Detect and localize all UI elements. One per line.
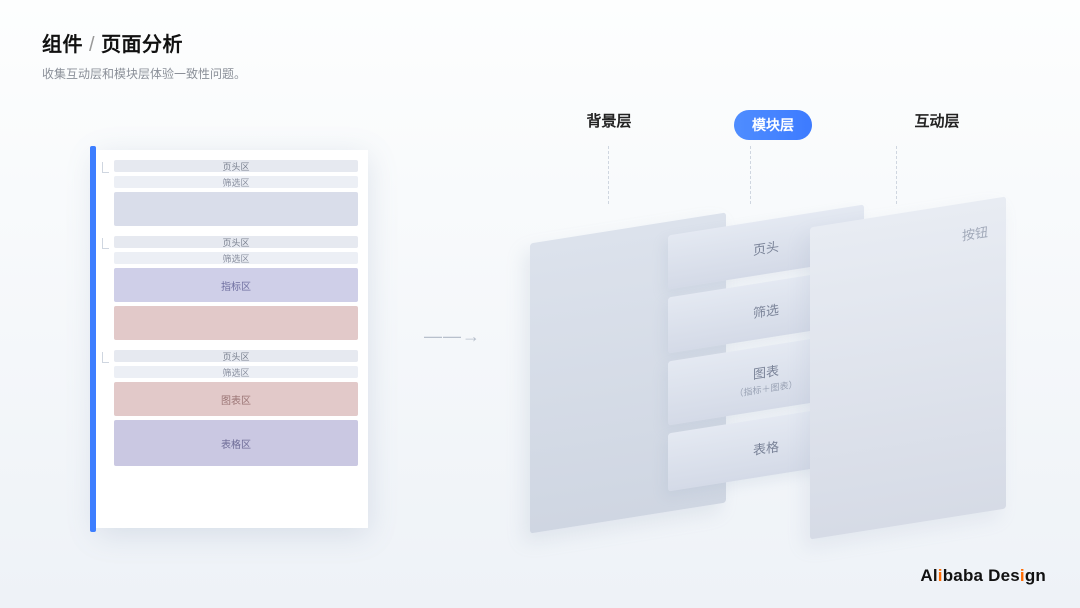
- wire-filter-zone: 筛选区: [114, 252, 358, 264]
- title-separator: /: [89, 34, 95, 57]
- layer-label-background: 背景层: [564, 110, 654, 140]
- wireframe-group-1: 页头区 筛选区: [114, 160, 358, 226]
- wire-head-zone: 页头区: [114, 350, 358, 362]
- wire-table-zone: 表格区: [114, 420, 358, 466]
- wire-indicator-zone: 指标区: [114, 268, 358, 302]
- wire-head-zone: 页头区: [114, 160, 358, 172]
- layer-label-interaction: 互动层: [892, 110, 982, 140]
- brand-logo: Alibaba Design: [920, 566, 1046, 586]
- wire-filter-zone: 筛选区: [114, 366, 358, 378]
- dash-line: [608, 146, 609, 204]
- arrow-icon: — — →: [424, 326, 478, 347]
- layer-label-module-pill: 模块层: [734, 110, 812, 140]
- page-header: 组件 / 页面分析 收集互动层和模块层体验一致性问题。: [42, 28, 246, 82]
- title-prefix: 组件: [42, 28, 83, 57]
- wire-filter-zone: 筛选区: [114, 176, 358, 188]
- layer-panel-interaction: 按钮: [810, 196, 1006, 539]
- wire-head-zone: 页头区: [114, 236, 358, 248]
- wireframe-accent-bar: [90, 146, 96, 532]
- wire-chart-zone-empty: [114, 306, 358, 340]
- wire-chart-zone: 图表区: [114, 382, 358, 416]
- dash-line: [750, 146, 751, 204]
- title-row: 组件 / 页面分析: [42, 28, 246, 57]
- interaction-item-button: 按钮: [962, 221, 988, 244]
- dash-line: [896, 146, 897, 204]
- page-title: 页面分析: [101, 28, 183, 57]
- wireframe-group-3: 页头区 筛选区 图表区 表格区: [114, 350, 358, 466]
- layers-diagram: 背景层 模块层 互动层 页头 筛选 图表 （指标＋图表） 表格 按钮: [520, 110, 1040, 540]
- wireframe-panel: 页头区 筛选区 页头区 筛选区 指标区 页头区 筛选区 图表区 表格区: [96, 150, 368, 528]
- wire-empty-zone: [114, 192, 358, 226]
- wireframe-group-2: 页头区 筛选区 指标区: [114, 236, 358, 340]
- page-subtitle: 收集互动层和模块层体验一致性问题。: [42, 65, 246, 82]
